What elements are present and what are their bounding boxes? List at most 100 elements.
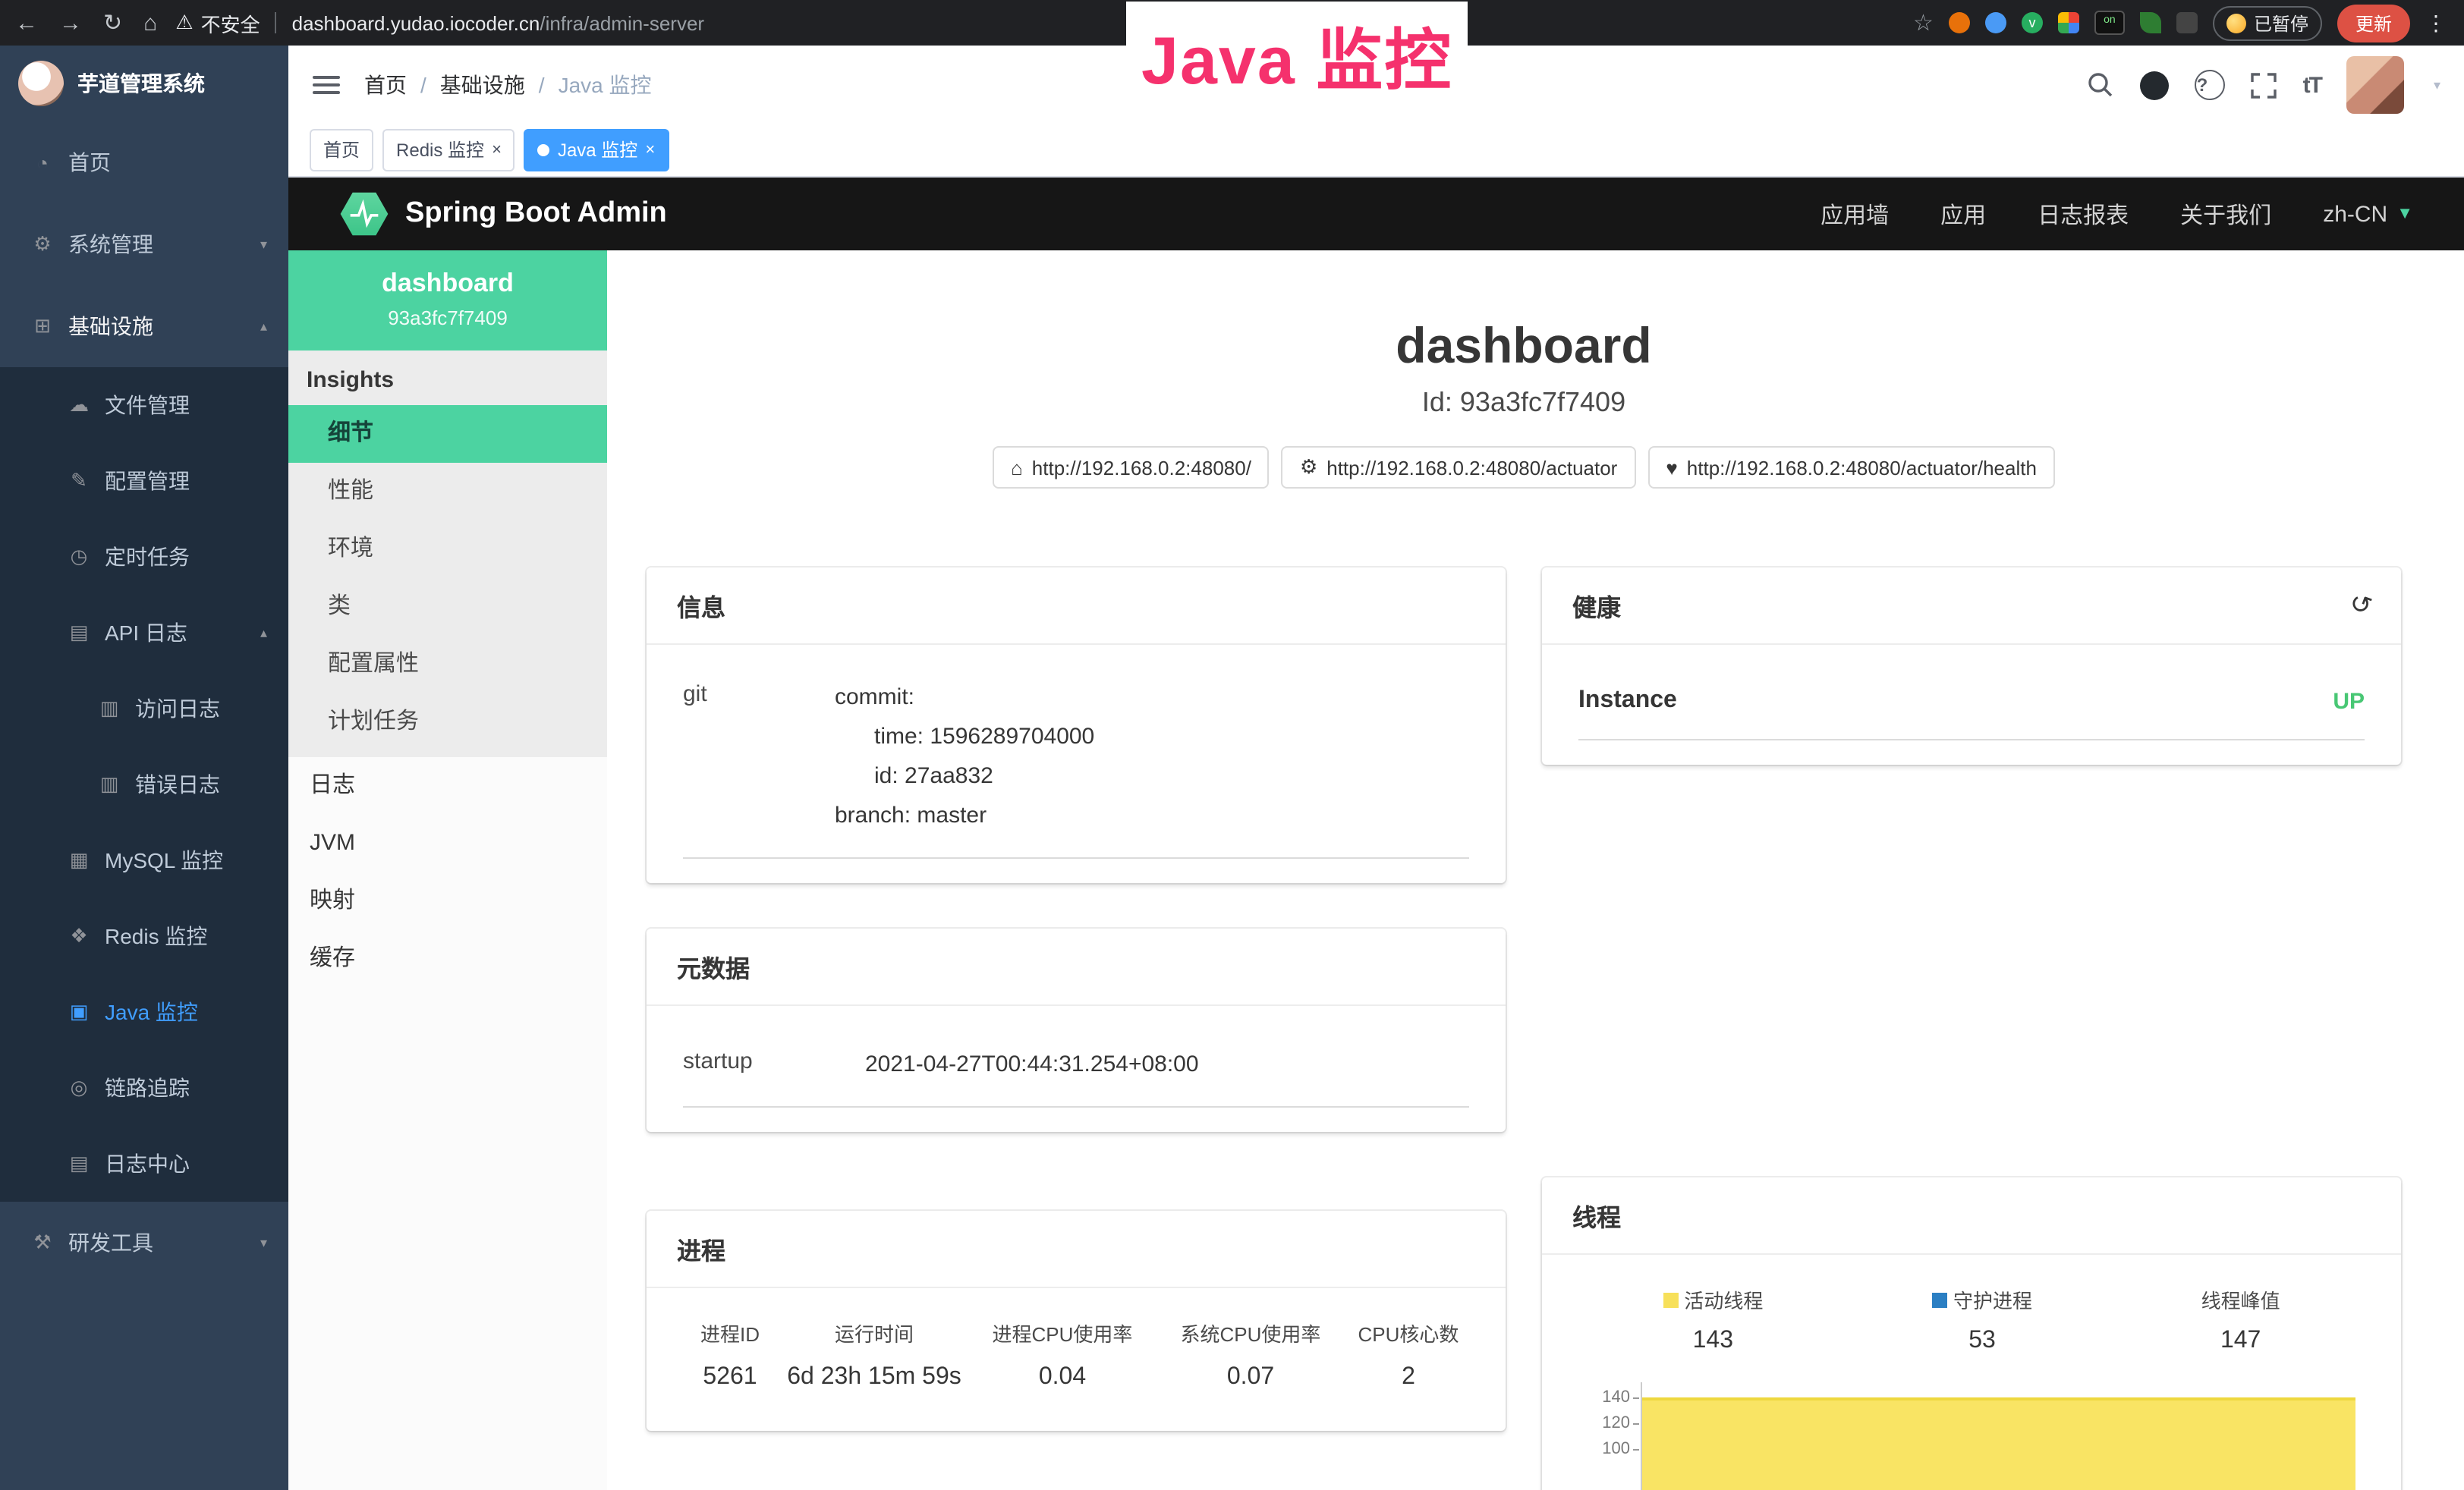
fullscreen-icon[interactable] <box>2252 72 2277 98</box>
sidebar-item-system[interactable]: ⚙ 系统管理 ▾ <box>0 203 288 285</box>
extension-icon-puzzle[interactable] <box>2176 12 2198 33</box>
avatar-caret-icon[interactable]: ▾ <box>2434 77 2440 93</box>
monitor-icon: ⊞ <box>30 314 55 338</box>
tag-home[interactable]: 首页 <box>310 129 373 171</box>
actuator-url-button[interactable]: ⚙ http://192.168.0.2:48080/actuator <box>1282 446 1635 489</box>
address-bar[interactable]: dashboard.yudao.iocoder.cn/infra/admin-s… <box>292 11 704 34</box>
app-sidebar: 芋道管理系统 ◔ 首页 ⚙ 系统管理 ▾ ⊞ 基础设施 ▴ ☁ 文件管理 <box>0 46 288 1490</box>
sidebar-item-config-manage[interactable]: ✎ 配置管理 <box>0 443 288 519</box>
sidebar-item-file-manage[interactable]: ☁ 文件管理 <box>0 367 288 443</box>
forward-icon[interactable]: → <box>59 10 82 36</box>
menu-item-environment[interactable]: 环境 <box>288 520 607 578</box>
search-icon[interactable] <box>2088 71 2115 99</box>
health-instance-label: Instance <box>1578 687 1677 715</box>
sba-locale-select[interactable]: zh-CN ▼ <box>2323 201 2413 227</box>
menu-item-details[interactable]: 细节 <box>288 405 607 463</box>
sidebar-item-home[interactable]: ◔ 首页 <box>0 121 288 203</box>
back-icon[interactable]: ← <box>15 10 38 36</box>
sba-brand[interactable]: Spring Boot Admin <box>405 197 667 231</box>
screen: ← → ↻ ⌂ ⚠ 不安全 dashboard.yudao.iocoder.cn… <box>0 0 2464 1490</box>
legend-swatch-daemon <box>1932 1292 1947 1307</box>
instance-links: ⌂ http://192.168.0.2:48080/ ⚙ http://192… <box>647 446 2401 489</box>
sidebar-item-label: 定时任务 <box>105 542 190 572</box>
menu-item-jvm[interactable]: JVM <box>288 815 607 872</box>
health-url-button[interactable]: ♥ http://192.168.0.2:48080/actuator/heal… <box>1647 446 2055 489</box>
extension-icon-green-v[interactable]: v <box>2022 12 2043 33</box>
sidebar-item-log-center[interactable]: ▤ 日志中心 <box>0 1126 288 1202</box>
chevron-down-icon: ▼ <box>2396 205 2413 223</box>
breadcrumb-section[interactable]: 基础设施 <box>440 70 525 100</box>
menu-item-mappings[interactable]: 映射 <box>288 872 607 930</box>
sidebar-item-access-logs[interactable]: ▥ 访问日志 <box>0 671 288 747</box>
extension-icon-leaf[interactable] <box>2140 12 2161 33</box>
menu-item-caches[interactable]: 缓存 <box>288 930 607 988</box>
menu-item-classes[interactable]: 类 <box>288 578 607 636</box>
process-table: 进程ID 5261 运行时间 6d 23h 15m 59s <box>683 1312 1469 1407</box>
extension-icon-switch-on[interactable]: on <box>2094 11 2125 35</box>
sidebar-item-error-logs[interactable]: ▥ 错误日志 <box>0 747 288 822</box>
hamburger-icon[interactable] <box>313 76 340 94</box>
threads-legend: 活动线程 143 守护进程 53 <box>1578 1279 2365 1355</box>
active-dot <box>538 144 550 156</box>
sidebar-item-scheduled-jobs[interactable]: ◷ 定时任务 <box>0 519 288 595</box>
peak-threads-value: 147 <box>2201 1328 2280 1355</box>
sidebar-item-infra[interactable]: ⊞ 基础设施 ▴ <box>0 285 288 367</box>
bookmark-star-icon[interactable]: ☆ <box>1913 9 1934 36</box>
chevron-down-icon: ▾ <box>260 1234 267 1251</box>
card-title: 元数据 <box>677 948 750 985</box>
menu-item-logs[interactable]: 日志 <box>288 757 607 815</box>
address-separator <box>275 12 277 33</box>
info-card: 信息 git commit: time: 1596289704000 id: 2… <box>647 567 1506 883</box>
chrome-update-button[interactable]: 更新 <box>2337 4 2410 42</box>
sba-nav-journal[interactable]: 日志报表 <box>2038 198 2129 230</box>
sidebar-item-redis-monitor[interactable]: ❖ Redis 监控 <box>0 898 288 974</box>
security-warning-label: 不安全 <box>201 8 260 37</box>
sidebar-item-api-logs[interactable]: ▤ API 日志 ▴ <box>0 595 288 671</box>
extension-icon-orange[interactable] <box>1949 12 1970 33</box>
security-warning-icon[interactable]: ⚠ <box>175 11 193 35</box>
menu-item-config-props[interactable]: 配置属性 <box>288 636 607 693</box>
menu-item-metrics[interactable]: 性能 <box>288 463 607 520</box>
extension-icon-blue-drop[interactable] <box>1985 12 2006 33</box>
github-icon[interactable] <box>2141 71 2170 99</box>
sba-nav-wall[interactable]: 应用墙 <box>1820 198 1889 230</box>
close-icon[interactable]: × <box>645 132 655 168</box>
card-title: 信息 <box>677 587 725 624</box>
history-icon[interactable]: ↺ <box>2345 587 2375 623</box>
metadata-card: 元数据 startup 2021-04-27T00:44:31.254+08:0… <box>647 929 1506 1132</box>
sidebar-item-mysql-monitor[interactable]: ▦ MySQL 监控 <box>0 822 288 898</box>
service-url-button[interactable]: ⌂ http://192.168.0.2:48080/ <box>993 446 1270 489</box>
log-center-icon: ▤ <box>67 1152 91 1176</box>
sidebar-item-label: 错误日志 <box>135 769 220 800</box>
font-size-icon[interactable]: tT <box>2303 72 2321 98</box>
user-avatar[interactable] <box>2347 56 2405 114</box>
insights-label: Insights <box>288 350 607 405</box>
tag-java-monitor[interactable]: Java 监控 × <box>524 129 669 171</box>
menu-item-scheduled-tasks[interactable]: 计划任务 <box>288 693 607 751</box>
reload-icon[interactable]: ↻ <box>103 9 122 36</box>
breadcrumb-home[interactable]: 首页 <box>364 70 407 100</box>
sidebar-item-label: 系统管理 <box>68 229 153 259</box>
profile-paused-chip[interactable]: 已暂停 <box>2213 5 2322 40</box>
tags-view: 首页 Redis 监控 × Java 监控 × <box>288 124 2464 178</box>
home-icon[interactable]: ⌂ <box>143 10 157 36</box>
profile-emoji-icon <box>2226 13 2246 33</box>
sidebar-item-label: 链路追踪 <box>105 1073 190 1103</box>
sba-nav-about[interactable]: 关于我们 <box>2180 198 2271 230</box>
heart-icon: ♥ <box>1666 456 1677 479</box>
sidebar-item-tracing[interactable]: ◎ 链路追踪 <box>0 1050 288 1126</box>
sba-header: Spring Boot Admin 应用墙 应用 日志报表 关于我们 zh-CN… <box>288 178 2464 250</box>
card-title: 线程 <box>1572 1197 1621 1234</box>
tag-redis-monitor[interactable]: Redis 监控 × <box>382 129 515 171</box>
close-icon[interactable]: × <box>492 132 502 168</box>
chrome-menu-icon[interactable]: ⋮ <box>2425 10 2447 36</box>
sba-nav-applications[interactable]: 应用 <box>1940 198 1986 230</box>
redis-icon: ❖ <box>67 924 91 948</box>
sidebar-item-java-monitor[interactable]: ▣ Java 监控 <box>0 974 288 1050</box>
help-icon[interactable]: ? <box>2195 70 2226 100</box>
sidebar-item-dev-tools[interactable]: ⚒ 研发工具 ▾ <box>0 1202 288 1284</box>
extension-icon-grid[interactable] <box>2058 12 2079 33</box>
spring-boot-admin: Spring Boot Admin 应用墙 应用 日志报表 关于我们 zh-CN… <box>288 178 2464 1490</box>
edit-icon: ✎ <box>67 469 91 493</box>
document-icon: ▥ <box>97 696 121 721</box>
